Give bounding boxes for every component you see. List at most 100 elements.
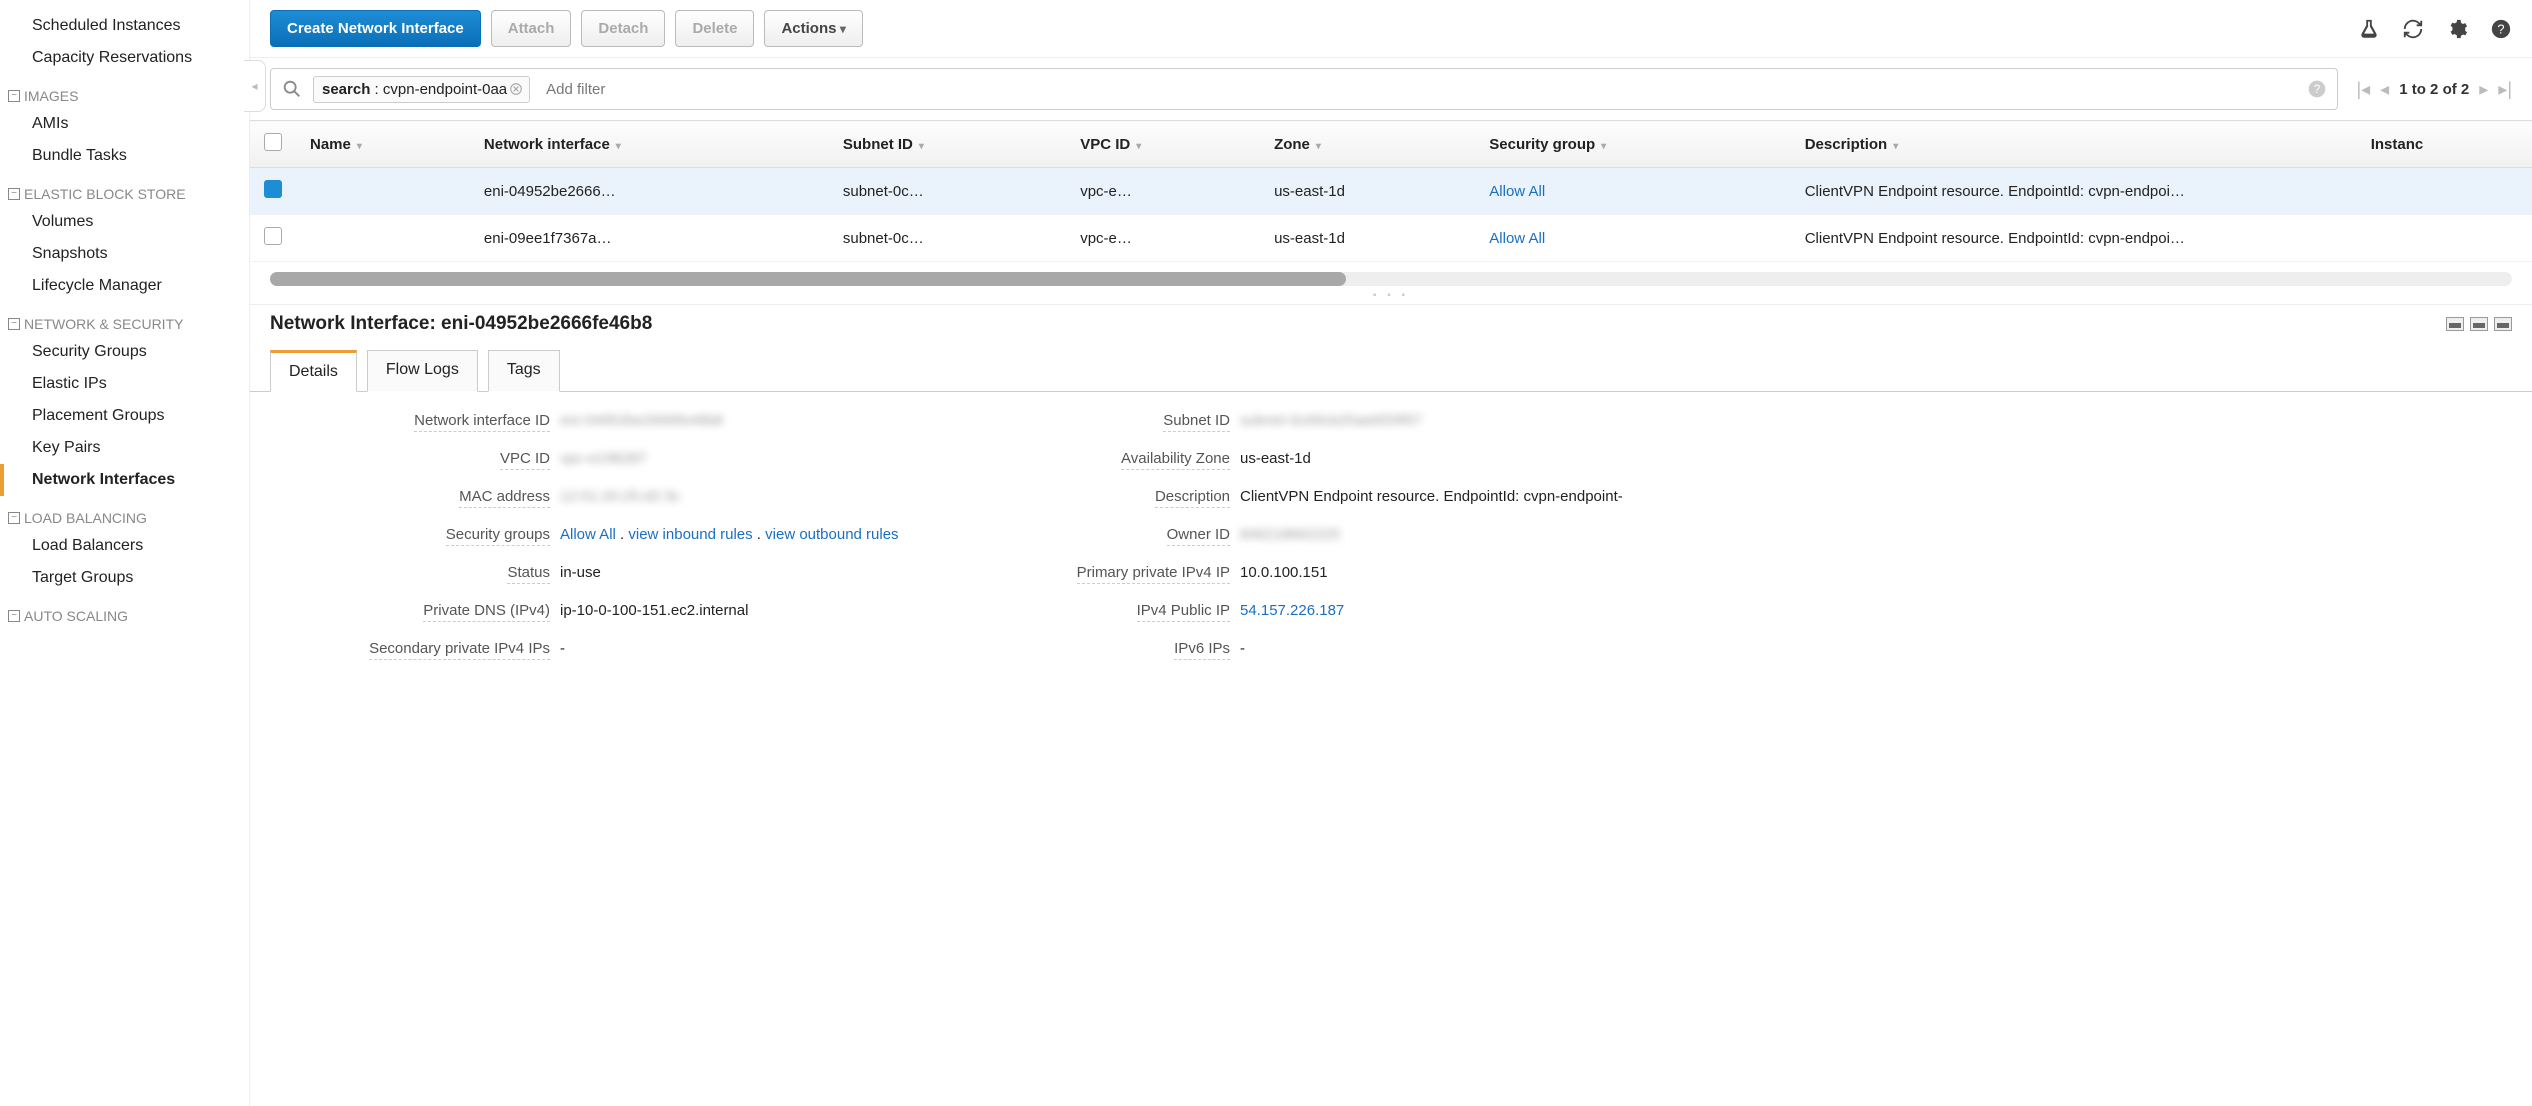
cell-name — [296, 168, 470, 215]
cell-zone: us-east-1d — [1260, 168, 1475, 215]
value-description: ClientVPN Endpoint resource. EndpointId:… — [1240, 488, 1640, 505]
sidebar-section-netsec[interactable]: −NETWORK & SECURITY — [0, 302, 249, 336]
sidebar-item-snapshots[interactable]: Snapshots — [0, 238, 249, 270]
detach-button[interactable]: Detach — [581, 10, 665, 47]
delete-button[interactable]: Delete — [675, 10, 754, 47]
toolbar: Create Network Interface Attach Detach D… — [250, 0, 2532, 58]
label-primary-private-ip: Primary private IPv4 IP — [1077, 564, 1230, 584]
sidebar-item-elastic-ips[interactable]: Elastic IPs — [0, 368, 249, 400]
sidebar-section-lb[interactable]: −LOAD BALANCING — [0, 496, 249, 530]
add-filter-button[interactable]: Add filter — [546, 81, 605, 98]
sidebar-item-target-groups[interactable]: Target Groups — [0, 562, 249, 594]
collapse-icon[interactable]: − — [8, 610, 20, 622]
col-eni[interactable]: Network interface — [470, 121, 829, 168]
sidebar-item-security-groups[interactable]: Security Groups — [0, 336, 249, 368]
row-checkbox[interactable] — [264, 180, 282, 198]
pane-resize-handle[interactable]: ▪ ▪ ▪ — [250, 286, 2532, 304]
collapse-icon[interactable]: − — [8, 188, 20, 200]
value-status: in-use — [560, 564, 920, 581]
sidebar-item-network-interfaces[interactable]: Network Interfaces — [0, 464, 249, 496]
collapse-icon[interactable]: − — [8, 512, 20, 524]
cell-subnet: subnet-0c… — [829, 168, 1066, 215]
col-name[interactable]: Name — [296, 121, 470, 168]
pager-last-icon[interactable]: ▸| — [2498, 79, 2512, 100]
create-network-interface-button[interactable]: Create Network Interface — [270, 10, 481, 47]
select-all-checkbox[interactable] — [264, 133, 282, 151]
search-filter-tag[interactable]: search : cvpn-endpoint-0aa — [313, 76, 530, 103]
sidebar-item-scheduled-instances[interactable]: Scheduled Instances — [0, 10, 249, 42]
table-row[interactable]: eni-09ee1f7367a…subnet-0c…vpc-e…us-east-… — [250, 215, 2532, 262]
cell-eni: eni-09ee1f7367a… — [470, 215, 829, 262]
flask-icon[interactable] — [2358, 18, 2380, 40]
sidebar-item-capacity-reservations[interactable]: Capacity Reservations — [0, 42, 249, 74]
tab-details[interactable]: Details — [270, 350, 357, 392]
label-security-groups: Security groups — [446, 526, 550, 546]
sidebar-section-label: AUTO SCALING — [24, 608, 128, 624]
sidebar-item-key-pairs[interactable]: Key Pairs — [0, 432, 249, 464]
link-view-inbound[interactable]: view inbound rules — [628, 526, 752, 543]
value-owner-id: 846218662225 — [1240, 526, 1640, 543]
col-vpc[interactable]: VPC ID — [1066, 121, 1260, 168]
sidebar-item-placement-groups[interactable]: Placement Groups — [0, 400, 249, 432]
pager-first-icon[interactable]: |◂ — [2356, 79, 2370, 100]
actions-dropdown[interactable]: Actions — [764, 10, 862, 47]
search-help-icon[interactable]: ? — [2307, 79, 2327, 99]
gear-icon[interactable] — [2446, 18, 2468, 40]
row-checkbox[interactable] — [264, 227, 282, 245]
label-mac: MAC address — [459, 488, 550, 508]
sidebar-item-amis[interactable]: AMIs — [0, 108, 249, 140]
link-sg[interactable]: Allow All — [1489, 183, 1545, 200]
table-row[interactable]: eni-04952be2666…subnet-0c…vpc-e…us-east-… — [250, 168, 2532, 215]
sidebar: Scheduled Instances Capacity Reservation… — [0, 0, 250, 1106]
sidebar-item-bundle-tasks[interactable]: Bundle Tasks — [0, 140, 249, 172]
sidebar-item-lifecycle-manager[interactable]: Lifecycle Manager — [0, 270, 249, 302]
label-az: Availability Zone — [1121, 450, 1230, 470]
pager-next-icon[interactable]: ▸ — [2479, 79, 2488, 100]
pager: |◂ ◂ 1 to 2 of 2 ▸ ▸| — [2356, 79, 2512, 100]
label-description: Description — [1155, 488, 1230, 508]
horizontal-scrollbar[interactable] — [270, 272, 2512, 286]
label-owner-id: Owner ID — [1167, 526, 1230, 546]
collapse-icon[interactable]: − — [8, 318, 20, 330]
collapse-icon[interactable]: − — [8, 90, 20, 102]
label-subnet-id: Subnet ID — [1163, 412, 1230, 432]
help-icon[interactable]: ? — [2490, 18, 2512, 40]
col-sg[interactable]: Security group — [1475, 121, 1790, 168]
sidebar-section-autoscaling[interactable]: −AUTO SCALING — [0, 594, 249, 628]
detail-title: Network Interface: eni-04952be2666fe46b8 — [270, 313, 652, 335]
col-zone[interactable]: Zone — [1260, 121, 1475, 168]
label-public-ip: IPv4 Public IP — [1137, 602, 1230, 622]
col-instance[interactable]: Instanc — [2357, 121, 2532, 168]
remove-filter-icon[interactable] — [509, 82, 523, 96]
cell-sg: Allow All — [1475, 168, 1790, 215]
pager-prev-icon[interactable]: ◂ — [2380, 79, 2389, 100]
col-desc[interactable]: Description — [1791, 121, 2357, 168]
refresh-icon[interactable] — [2402, 18, 2424, 40]
label-eni-id: Network interface ID — [414, 412, 550, 432]
pane-restore-button[interactable] — [2470, 317, 2488, 331]
pane-maximize-button[interactable] — [2494, 317, 2512, 331]
link-public-ip[interactable]: 54.157.226.187 — [1240, 602, 1344, 619]
sidebar-item-load-balancers[interactable]: Load Balancers — [0, 530, 249, 562]
sidebar-section-ebs[interactable]: −ELASTIC BLOCK STORE — [0, 172, 249, 206]
tab-flow-logs[interactable]: Flow Logs — [367, 350, 478, 392]
tab-tags[interactable]: Tags — [488, 350, 560, 392]
value-subnet-id: subnet-0c69cb25aebf29f97 — [1240, 412, 1640, 429]
col-subnet[interactable]: Subnet ID — [829, 121, 1066, 168]
attach-button[interactable]: Attach — [491, 10, 572, 47]
search-input[interactable]: search : cvpn-endpoint-0aa Add filter ? — [270, 68, 2338, 110]
sidebar-section-images[interactable]: −IMAGES — [0, 74, 249, 108]
value-mac: 12:51:20:25:d2:3c — [560, 488, 920, 505]
label-status: Status — [507, 564, 550, 584]
svg-text:?: ? — [2314, 83, 2321, 96]
value-primary-private-ip: 10.0.100.151 — [1240, 564, 1640, 581]
pane-minimize-button[interactable] — [2446, 317, 2464, 331]
sidebar-item-volumes[interactable]: Volumes — [0, 206, 249, 238]
cell-eni: eni-04952be2666… — [470, 168, 829, 215]
link-view-outbound[interactable]: view outbound rules — [765, 526, 898, 543]
search-icon — [281, 78, 303, 100]
link-sg[interactable]: Allow All — [1489, 230, 1545, 247]
label-secondary-ips: Secondary private IPv4 IPs — [369, 640, 550, 660]
cell-vpc: vpc-e… — [1066, 168, 1260, 215]
link-sg-allow-all[interactable]: Allow All — [560, 526, 616, 543]
